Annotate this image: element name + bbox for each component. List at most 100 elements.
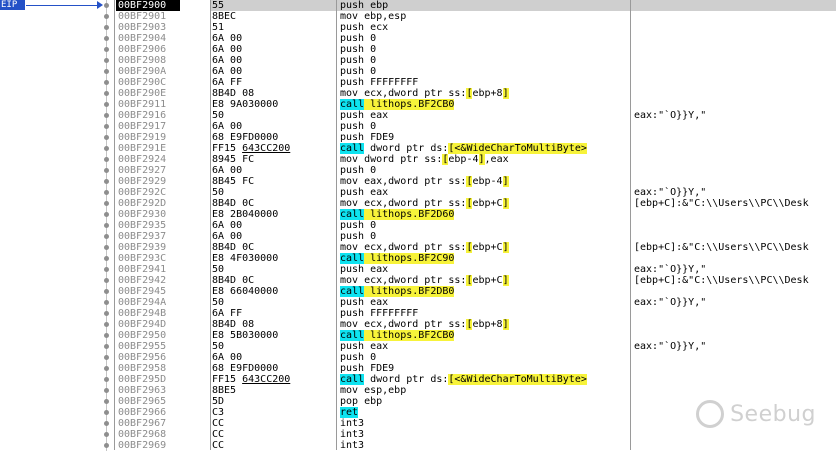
instruction-row[interactable]: 00BF2903 51 push ecx xyxy=(0,22,836,33)
disassembly: call dword ptr ds:[<&WideCharToMultiByte… xyxy=(340,143,587,154)
breakpoint-dot-icon[interactable] xyxy=(104,146,109,151)
breakpoint-dot-icon[interactable] xyxy=(104,157,109,162)
breakpoint-dot-icon[interactable] xyxy=(104,377,109,382)
breakpoint-dot-icon[interactable] xyxy=(104,223,109,228)
address: 00BF2955 xyxy=(118,341,167,352)
comment: [ebp+C]:&"C:\\Users\\PC\\Desk xyxy=(634,198,809,209)
instruction-row[interactable]: 00BF295D FF15 643CC200 call dword ptr ds:[… xyxy=(0,374,836,385)
instruction-row[interactable]: 00BF2924 8945 FC mov dword ptr ss:[ebp-4],… xyxy=(0,154,836,165)
breakpoint-dot-icon[interactable] xyxy=(104,113,109,118)
breakpoint-dot-icon[interactable] xyxy=(104,267,109,272)
instruction-row[interactable]: 00BF294B 6A FF push FFFFFFFF xyxy=(0,308,836,319)
instruction-row[interactable]: 00BF290C 6A FF push FFFFFFFF xyxy=(0,77,836,88)
breakpoint-dot-icon[interactable] xyxy=(104,410,109,415)
breakpoint-dot-icon[interactable] xyxy=(104,344,109,349)
instruction-row[interactable]: 00BF2911 E8 9A030000 call lithops.BF2CB0 xyxy=(0,99,836,110)
instruction-row[interactable]: 00BF2919 68 E9FD0000 push FDE9 xyxy=(0,132,836,143)
instruction-row[interactable]: 00BF291E FF15 643CC200 call dword ptr ds:[… xyxy=(0,143,836,154)
breakpoint-dot-icon[interactable] xyxy=(104,256,109,261)
breakpoint-dot-icon[interactable] xyxy=(104,311,109,316)
instruction-row[interactable]: 00BF294A 50 push eax eax:"`O}}Y," xyxy=(0,297,836,308)
instruction-row[interactable]: 00BF293C E8 4F030000 call lithops.BF2C90 xyxy=(0,253,836,264)
breakpoint-dot-icon[interactable] xyxy=(104,234,109,239)
instruction-row[interactable]: 00BF2935 6A 00 push 0 xyxy=(0,220,836,231)
breakpoint-dot-icon[interactable] xyxy=(104,69,109,74)
breakpoint-dot-icon[interactable] xyxy=(104,3,109,8)
breakpoint-dot-icon[interactable] xyxy=(104,322,109,327)
opcode-bytes: 55 xyxy=(212,0,225,11)
address: 00BF294A xyxy=(118,297,167,308)
instruction-row[interactable]: 00BF2963 8BE5 mov esp,ebp xyxy=(0,385,836,396)
instruction-row[interactable]: 00BF290A 6A 00 push 0 xyxy=(0,66,836,77)
breakpoint-dot-icon[interactable] xyxy=(104,245,109,250)
instruction-row[interactable]: 00BF2929 8B45 FC mov eax,dword ptr ss:[ebp… xyxy=(0,176,836,187)
breakpoint-dot-icon[interactable] xyxy=(104,355,109,360)
disassembly-listing[interactable]: EIP 00BF2900 55 push ebp 00BF2901 8BEC mov ebp… xyxy=(0,0,836,451)
breakpoint-dot-icon[interactable] xyxy=(104,124,109,129)
instruction-row[interactable]: 00BF2969 CC int3 xyxy=(0,440,836,451)
instruction-row[interactable]: 00BF2930 E8 2B040000 call lithops.BF2D60 xyxy=(0,209,836,220)
instruction-row[interactable]: 00BF2941 50 push eax eax:"`O}}Y," xyxy=(0,264,836,275)
instruction-row[interactable]: 00BF2958 68 E9FD0000 push FDE9 xyxy=(0,363,836,374)
instruction-row[interactable]: 00BF292C 50 push eax eax:"`O}}Y," xyxy=(0,187,836,198)
instruction-row[interactable]: 00BF2968 CC int3 xyxy=(0,429,836,440)
instruction-row[interactable]: 00BF2901 8BEC mov ebp,esp xyxy=(0,11,836,22)
breakpoint-dot-icon[interactable] xyxy=(104,333,109,338)
instruction-row[interactable]: 00BF294D 8B4D 08 mov ecx,dword ptr ss:[ebp… xyxy=(0,319,836,330)
instruction-row[interactable]: 00BF2950 E8 5B030000 call lithops.BF2CB0 xyxy=(0,330,836,341)
breakpoint-dot-icon[interactable] xyxy=(104,443,109,448)
breakpoint-dot-icon[interactable] xyxy=(104,168,109,173)
breakpoint-dot-icon[interactable] xyxy=(104,421,109,426)
instruction-row[interactable]: 00BF2906 6A 00 push 0 xyxy=(0,44,836,55)
disassembly: push eax xyxy=(340,264,389,275)
disassembly: push 0 xyxy=(340,55,377,66)
instruction-row[interactable]: 00BF2937 6A 00 push 0 xyxy=(0,231,836,242)
instruction-row[interactable]: 00BF2945 E8 66040000 call lithops.BF2DB0 xyxy=(0,286,836,297)
instruction-row[interactable]: 00BF2916 50 push eax eax:"`O}}Y," xyxy=(0,110,836,121)
disassembly: call lithops.BF2CB0 xyxy=(340,99,455,110)
instruction-row[interactable]: 00BF2904 6A 00 push 0 xyxy=(0,33,836,44)
instruction-row[interactable]: 00BF292D 8B4D 0C mov ecx,dword ptr ss:[ebp… xyxy=(0,198,836,209)
address: 00BF2911 xyxy=(118,99,167,110)
breakpoint-dot-icon[interactable] xyxy=(104,190,109,195)
breakpoint-dot-icon[interactable] xyxy=(104,300,109,305)
breakpoint-dot-icon[interactable] xyxy=(104,102,109,107)
address: 00BF293C xyxy=(118,253,167,264)
disassembly: push eax xyxy=(340,341,389,352)
breakpoint-dot-icon[interactable] xyxy=(104,47,109,52)
instruction-row[interactable]: 00BF2942 8B4D 0C mov ecx,dword ptr ss:[ebp… xyxy=(0,275,836,286)
instruction-row[interactable]: EIP 00BF2900 55 push ebp xyxy=(0,0,836,11)
breakpoint-dot-icon[interactable] xyxy=(104,179,109,184)
breakpoint-dot-icon[interactable] xyxy=(104,58,109,63)
instruction-row[interactable]: 00BF2908 6A 00 push 0 xyxy=(0,55,836,66)
breakpoint-dot-icon[interactable] xyxy=(104,91,109,96)
breakpoint-dot-icon[interactable] xyxy=(104,278,109,283)
disassembly: call dword ptr ds:[<&WideCharToMultiByte… xyxy=(340,374,587,385)
instruction-row[interactable]: 00BF2927 6A 00 push 0 xyxy=(0,165,836,176)
breakpoint-dot-icon[interactable] xyxy=(104,388,109,393)
breakpoint-dot-icon[interactable] xyxy=(104,14,109,19)
breakpoint-dot-icon[interactable] xyxy=(104,289,109,294)
opcode-bytes: 50 xyxy=(212,297,225,308)
instruction-row[interactable]: 00BF2917 6A 00 push 0 xyxy=(0,121,836,132)
instruction-row[interactable]: 00BF2955 50 push eax eax:"`O}}Y," xyxy=(0,341,836,352)
address: 00BF292D xyxy=(118,198,167,209)
opcode-bytes: 8B4D 0C xyxy=(212,275,255,286)
breakpoint-dot-icon[interactable] xyxy=(104,201,109,206)
breakpoint-dot-icon[interactable] xyxy=(104,36,109,41)
breakpoint-dot-icon[interactable] xyxy=(104,366,109,371)
breakpoint-dot-icon[interactable] xyxy=(104,399,109,404)
breakpoint-dot-icon[interactable] xyxy=(104,80,109,85)
instruction-row[interactable]: 00BF2956 6A 00 push 0 xyxy=(0,352,836,363)
opcode-bytes: 6A FF xyxy=(212,308,243,319)
instruction-row[interactable]: 00BF2939 8B4D 0C mov ecx,dword ptr ss:[ebp… xyxy=(0,242,836,253)
breakpoint-dot-icon[interactable] xyxy=(104,135,109,140)
breakpoint-dot-icon[interactable] xyxy=(104,432,109,437)
disassembly: pop ebp xyxy=(340,396,383,407)
breakpoint-dot-icon[interactable] xyxy=(104,25,109,30)
disassembly: push 0 xyxy=(340,352,377,363)
comment: eax:"`O}}Y," xyxy=(634,187,707,198)
address: 00BF2906 xyxy=(118,44,167,55)
instruction-row[interactable]: 00BF290E 8B4D 08 mov ecx,dword ptr ss:[ebp… xyxy=(0,88,836,99)
breakpoint-dot-icon[interactable] xyxy=(104,212,109,217)
